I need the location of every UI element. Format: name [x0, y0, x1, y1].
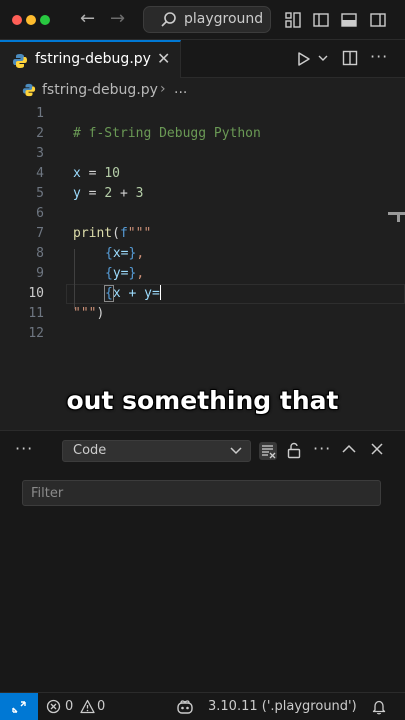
line-number: 4 [36, 166, 44, 181]
line-number: 5 [36, 186, 44, 201]
status-bar: 0 0 3.10.11 ('.playground') [0, 692, 405, 720]
code-editor[interactable]: 1 2 # f-String Debugg Python 3 4 x = 10 … [0, 104, 405, 430]
minimize-window-button[interactable] [26, 15, 36, 25]
remote-indicator[interactable] [0, 693, 38, 720]
python-interpreter[interactable]: 3.10.11 ('.playground') [208, 699, 357, 714]
toggle-panel-icon[interactable] [340, 11, 358, 29]
breadcrumb: fstring-debug.py › ... [0, 78, 405, 104]
string-token: , [136, 246, 145, 261]
number-token: 3 [135, 186, 144, 201]
operator-token: = [80, 186, 105, 201]
breadcrumb-file[interactable]: fstring-debug.py [42, 82, 158, 98]
code-line: 1 [0, 104, 405, 124]
command-center-search[interactable]: playground [143, 6, 271, 33]
line-number: 12 [28, 326, 44, 341]
close-window-button[interactable] [12, 15, 22, 25]
lock-scroll-icon[interactable] [287, 442, 301, 459]
line-number: 11 [28, 306, 44, 321]
expression-token: x + y= [112, 286, 160, 301]
brace-token: { [105, 266, 113, 281]
copilot-icon[interactable] [176, 699, 194, 715]
variable-token: y [73, 186, 81, 201]
split-editor-icon[interactable] [342, 50, 358, 66]
code-line: 9 {y=}, [0, 264, 405, 284]
line-number: 1 [36, 106, 44, 121]
number-token: 10 [104, 166, 120, 181]
filter-input[interactable] [23, 481, 380, 505]
line-number: 10 [28, 286, 44, 301]
panel-more-icon[interactable]: ··· [15, 439, 33, 458]
bell-icon[interactable] [372, 699, 386, 715]
video-caption: out something that [66, 386, 339, 415]
close-panel-icon[interactable] [371, 443, 383, 455]
line-number: 7 [36, 226, 44, 241]
breadcrumb-separator: › [160, 81, 166, 97]
code-line: 6 [0, 204, 405, 224]
code-line: 7 print(f""" [0, 224, 405, 244]
python-file-icon [22, 83, 36, 97]
clear-output-icon[interactable] [259, 442, 277, 460]
error-count: 0 [65, 699, 74, 714]
line-number: 2 [36, 126, 44, 141]
function-token: print [73, 226, 113, 241]
operator-token: + [112, 186, 136, 201]
tab-label: fstring-debug.py [35, 51, 151, 67]
brace-token: { [104, 285, 114, 302]
line-number: 9 [36, 266, 44, 281]
panel-actions-more-icon[interactable]: ··· [313, 439, 331, 458]
workspace-name: playground [184, 11, 264, 27]
search-icon [161, 12, 176, 27]
filter-field[interactable] [22, 480, 381, 506]
number-token: 2 [104, 186, 113, 201]
chevron-down-icon[interactable] [318, 53, 328, 63]
line-number: 6 [36, 206, 44, 221]
overview-ruler-mark [397, 212, 400, 222]
maximize-window-button[interactable] [40, 15, 50, 25]
customize-layout-icon[interactable] [284, 11, 302, 29]
fstring-prefix-token: f [119, 226, 128, 241]
breadcrumb-symbols[interactable]: ... [174, 81, 187, 97]
line-number: 3 [36, 146, 44, 161]
string-token: """ [73, 306, 97, 321]
toggle-secondary-sidebar-icon[interactable] [369, 11, 387, 29]
brace-token: { [105, 246, 113, 261]
error-icon[interactable] [46, 699, 61, 714]
forward-arrow-icon[interactable]: → [110, 8, 125, 29]
code-line: 3 [0, 144, 405, 164]
remote-icon [12, 701, 26, 713]
paren-token: ( [112, 226, 120, 241]
warning-count: 0 [97, 699, 106, 714]
code-line: 12 [0, 324, 405, 344]
comment-token: # f-String Debugg Python [73, 126, 261, 141]
code-line: 8 {x=}, [0, 244, 405, 264]
expression-token: y= [112, 266, 129, 281]
selected-channel: Code [73, 443, 107, 458]
text-cursor [159, 285, 161, 300]
warning-icon[interactable] [80, 699, 95, 714]
code-line: 4 x = 10 [0, 164, 405, 184]
output-channel-select[interactable]: Code [62, 440, 251, 462]
paren-token: ) [96, 306, 105, 321]
variable-token: x [73, 166, 81, 181]
python-file-icon [13, 54, 27, 68]
code-line: 5 y = 2 + 3 [0, 184, 405, 204]
close-tab-icon[interactable]: ✕ [157, 49, 170, 68]
line-number: 8 [36, 246, 44, 261]
tab-fstring-debug[interactable]: fstring-debug.py ✕ [0, 40, 181, 78]
operator-token: = [80, 166, 105, 181]
string-token: , [136, 266, 145, 281]
expression-token: x= [112, 246, 129, 261]
toggle-sidebar-icon[interactable] [312, 11, 330, 29]
chevron-down-icon [230, 447, 242, 455]
code-line: 11 """) [0, 304, 405, 324]
code-line: 2 # f-String Debugg Python [0, 124, 405, 144]
output-panel: ··· Code ··· [0, 430, 405, 692]
editor-more-actions-icon[interactable]: ··· [370, 47, 388, 66]
maximize-panel-icon[interactable] [342, 444, 356, 454]
back-arrow-icon[interactable]: ← [80, 8, 95, 29]
string-token: """ [127, 226, 152, 241]
code-line: 10 {x + y= [0, 284, 405, 304]
title-bar: ← → playground [0, 0, 405, 40]
run-python-file-icon[interactable] [297, 51, 311, 67]
